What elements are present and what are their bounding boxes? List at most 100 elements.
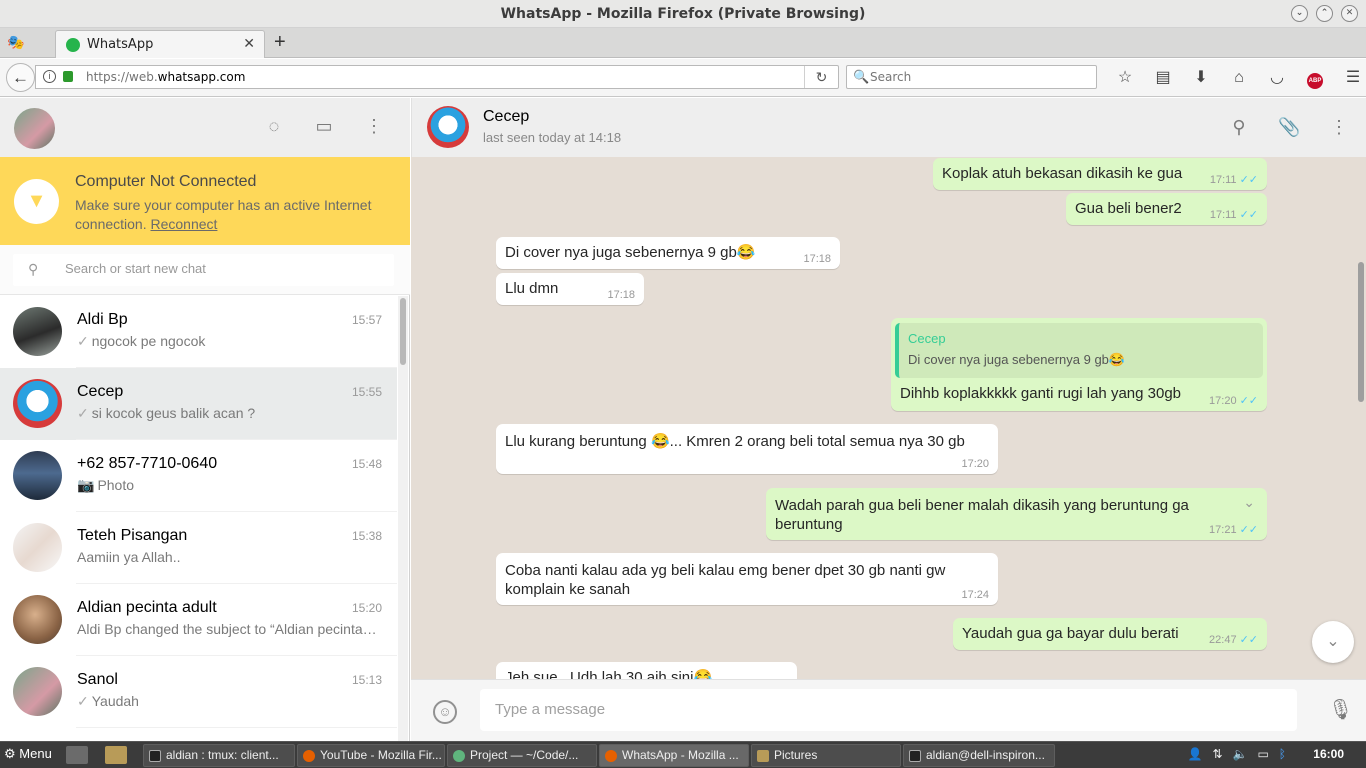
message-composer: ☺ 🎙 [411,679,1366,741]
pocket-icon[interactable]: ◡ [1258,67,1296,89]
browser-search-bar[interactable]: 🔍 Search [846,65,1097,89]
adblock-plus-icon[interactable]: ABP [1296,67,1334,89]
task-terminal-tmux[interactable]: aldian : tmux: client... [143,744,295,767]
message-outgoing[interactable]: Koplak atuh bekasan dikasih ke gua 17:11… [933,158,1267,190]
chat-search-input[interactable] [65,261,385,276]
chat-list-scrollbar[interactable] [398,296,408,741]
notice-title: Computer Not Connected [75,173,257,190]
task-youtube-firefox[interactable]: YouTube - Mozilla Fir... [297,744,445,767]
close-window-button[interactable]: ✕ [1341,5,1358,22]
chat-item-body: Cecep 15:55 ✓ si kocok geus balik acan ? [76,368,397,440]
system-tray: 👤 ⇅ 🔈 ▭ ᛒ [1187,747,1286,761]
chat-search-wrap: ⚲ [0,245,410,295]
task-pictures-folder[interactable]: Pictures [751,744,901,767]
message-text: Llu dmn [505,280,559,297]
file-manager-launcher-icon[interactable] [105,746,127,764]
chat-item[interactable]: +62 857-7710-0640 15:48 📷 Photo [0,440,397,512]
task-label: YouTube - Mozilla Fir... [320,748,442,762]
url-bar[interactable]: i https://web.whatsapp.com ↻ [35,65,839,89]
emoji-icon[interactable]: ☺ [433,700,457,724]
notice-text: Make sure your computer has an active In… [75,196,395,234]
task-whatsapp-firefox[interactable]: WhatsApp - Mozilla ... [599,744,749,767]
message-incoming[interactable]: Llu dmn 17:18 [496,273,644,305]
menu-dots-icon[interactable]: ⋮ [363,115,385,137]
conversation-header[interactable]: Cecep last seen today at 14:18 ⚲ 📎 ⋮ [411,98,1366,157]
hamburger-menu-icon[interactable]: ☰ [1334,67,1366,89]
browser-toolbar-icons: ☆ ▤ ⬇ ⌂ ◡ ABP ☰ [1106,67,1366,89]
message-text: Gua beli bener2 [1075,200,1182,217]
user-icon[interactable]: 👤 [1187,747,1202,761]
chat-item[interactable]: Teteh Pisangan 15:38 Aamiin ya Allah.. [0,512,397,584]
chat-last-message: Aamiin ya Allah.. [77,549,377,565]
message-incoming[interactable]: Di cover nya juga sebenernya 9 gb😂 17:18 [496,237,840,269]
read-receipt-icon: ✓✓ [1239,395,1258,407]
battery-icon[interactable]: ▭ [1257,747,1268,761]
message-outgoing[interactable]: Wadah parah gua beli bener malah dikasih… [766,488,1267,540]
message-incoming[interactable]: Coba nanti kalau ada yg beli kalau emg b… [496,553,998,605]
quoted-message[interactable]: Cecep Di cover nya juga sebenernya 9 gb😂 [895,323,1263,378]
chevron-down-icon[interactable]: ⌄ [1243,494,1255,511]
volume-icon[interactable]: 🔈 [1233,747,1248,761]
scroll-down-button[interactable]: ⌄ [1312,621,1354,663]
chat-last-message: ✓ Yaudah [77,693,377,710]
bluetooth-icon[interactable]: ᛒ [1279,747,1286,761]
message-scrollbar[interactable] [1356,157,1366,679]
task-terminal-dell[interactable]: aldian@dell-inspiron... [903,744,1055,767]
new-tab-button[interactable]: + [274,31,286,54]
task-atom-project[interactable]: Project — ~/Code/... [447,744,597,767]
minimize-button[interactable]: ⌄ [1291,5,1308,22]
chat-time: 15:57 [351,313,382,327]
message-outgoing-reply[interactable]: Cecep Di cover nya juga sebenernya 9 gb😂… [891,318,1267,411]
message-outgoing[interactable]: Yaudah gua ga bayar dulu berati 22:47 ✓✓ [953,618,1267,650]
screenshot-launcher-icon[interactable] [66,746,88,764]
message-input[interactable] [495,701,1275,718]
search-icon[interactable]: ⚲ [1228,116,1250,138]
avatar [13,667,62,716]
site-info-icon[interactable]: i [43,70,56,83]
chat-item-body: Aldian pecinta adult 15:20 Aldi Bp chang… [76,584,397,656]
message-text: Di cover nya juga sebenernya 9 gb😂 [505,244,756,261]
scrollbar-thumb[interactable] [1358,262,1364,402]
scrollbar-thumb[interactable] [400,298,406,365]
message-outgoing[interactable]: Gua beli bener2 17:11 ✓✓ [1066,193,1267,225]
home-icon[interactable]: ⌂ [1220,67,1258,89]
window-title: WhatsApp - Mozilla Firefox (Private Brow… [500,6,866,22]
avatar [13,523,62,572]
chat-item[interactable]: Aldi Bp 15:57 ✓ ngocok pe ngocok [0,296,397,368]
sidebar-header: ◌ ▭ ⋮ [0,98,410,157]
chat-item-body: Aldi Bp 15:57 ✓ ngocok pe ngocok [76,296,397,368]
chat-item[interactable]: Cecep 15:55 ✓ si kocok geus balik acan ? [0,368,397,440]
navigation-bar: ← i https://web.whatsapp.com ↻ 🔍 Search … [0,59,1366,97]
reading-list-icon[interactable]: ▤ [1144,67,1182,89]
bookmark-star-icon[interactable]: ☆ [1106,67,1144,89]
attach-icon[interactable]: 📎 [1278,116,1300,138]
start-menu-button[interactable]: ⚙ Menu [4,746,52,762]
new-chat-icon[interactable]: ▭ [313,115,335,137]
chat-item[interactable]: Sanol 15:13 ✓ Yaudah [0,656,397,728]
chat-item[interactable]: Aldian pecinta adult 15:20 Aldi Bp chang… [0,584,397,656]
reload-button[interactable]: ↻ [804,66,838,88]
contact-avatar[interactable] [427,106,469,148]
clock[interactable]: 16:00 [1313,747,1344,761]
message-incoming[interactable]: Llu kurang beruntung 😂... Kmren 2 orang … [496,424,998,474]
tab-whatsapp[interactable]: WhatsApp ✕ [55,30,265,58]
menu-dots-icon[interactable]: ⋮ [1328,116,1350,138]
reconnect-link[interactable]: Reconnect [151,216,218,232]
message-time-text: 17:21 [1209,524,1237,536]
downloads-icon[interactable]: ⬇ [1182,67,1220,89]
url-prefix: https://web. [86,70,158,84]
contact-name: Cecep [483,108,530,125]
network-icon[interactable]: ⇅ [1212,747,1222,761]
conversation-pane: Cecep last seen today at 14:18 ⚲ 📎 ⋮ Kop… [411,98,1366,741]
url-text[interactable]: https://web.whatsapp.com [86,70,245,84]
maximize-button[interactable]: ⌃ [1316,5,1333,22]
status-icon[interactable]: ◌ [263,115,285,137]
message-incoming[interactable]: Jeh sue.. Udh lah 30 aih sini😂 [496,662,797,679]
chat-item-body: +62 857-7710-0640 15:48 📷 Photo [76,440,397,512]
lock-icon [63,71,73,82]
my-avatar[interactable] [14,108,55,149]
microphone-icon[interactable]: 🎙 [1328,697,1353,723]
tab-close-icon[interactable]: ✕ [243,35,255,52]
chat-last-message: ✓ ngocok pe ngocok [77,333,377,350]
back-button[interactable]: ← [6,63,35,92]
